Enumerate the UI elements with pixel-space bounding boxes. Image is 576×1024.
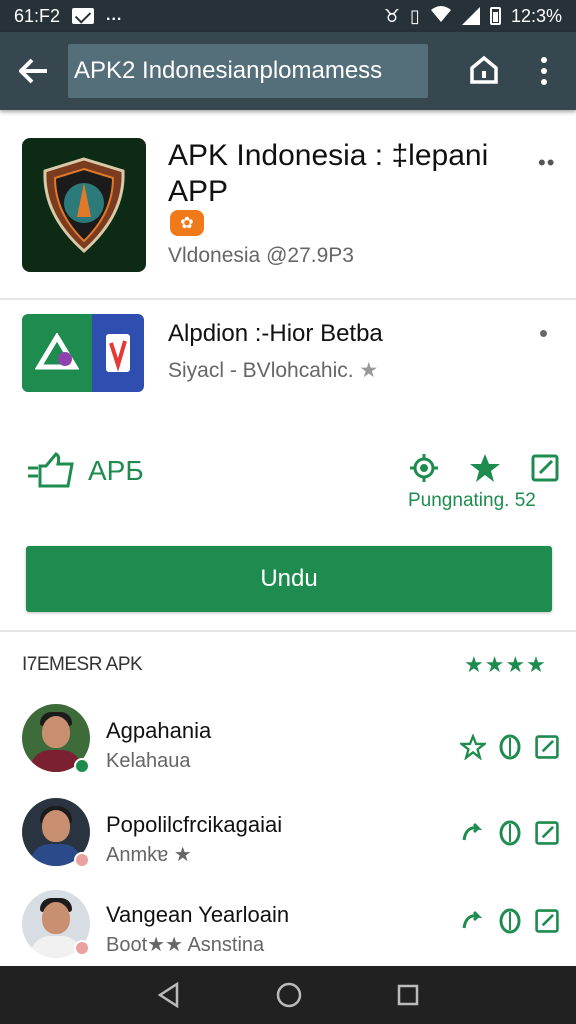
recycle-logo-icon <box>22 314 92 392</box>
reviewer-subtitle: Kelahaua <box>106 750 191 772</box>
app-title: APK Indonesia : ‡lepani APP <box>168 139 489 208</box>
leaf-icon[interactable] <box>498 734 522 760</box>
status-bar: 61:F2 ... ♉ ▯ 12:3% <box>0 0 576 32</box>
reviewer-name: Popolilcfrcikagaiai <box>106 812 283 837</box>
leaf-icon: ✿ <box>170 210 204 236</box>
app-header-card: APK Indonesia : ‡lepani APP •• ✿ Vldones… <box>0 110 576 300</box>
dot <box>541 79 547 85</box>
review-actions <box>460 734 560 760</box>
online-badge <box>74 758 90 774</box>
badge <box>74 940 90 956</box>
related-app-subtitle: Siyacl - BVlohcahic. ★ <box>168 358 378 383</box>
nav-back-icon[interactable] <box>155 981 183 1009</box>
app-toolbar: APK2 Indonesianplomamess <box>0 32 576 110</box>
nav-recents-icon[interactable] <box>395 982 421 1008</box>
app-overflow-button[interactable]: •• <box>538 150 555 176</box>
system-nav-bar <box>0 966 576 1024</box>
like-button[interactable]: APБ <box>26 452 144 490</box>
reviewer-name: Agpahania <box>106 718 212 743</box>
edit-icon[interactable] <box>530 453 560 483</box>
related-app-title[interactable]: Alpdion :‑Hior Betba <box>168 320 383 348</box>
review-actions <box>460 820 560 846</box>
reviewer-subtitle: Anmkɐ ★ <box>106 844 192 866</box>
alarm-icon: ♉ <box>383 5 401 26</box>
reviewer-subtitle: Boot★★ Asnstina <box>106 934 265 956</box>
share-icon[interactable] <box>460 908 486 934</box>
dot <box>541 57 547 63</box>
signal-icon <box>461 7 480 25</box>
edit-icon[interactable] <box>534 908 560 934</box>
settings-icon[interactable] <box>408 452 440 484</box>
overflow-menu-button[interactable] <box>528 50 560 92</box>
nav-home-icon[interactable] <box>274 980 304 1010</box>
reviews-rating-stars: ★★★★ <box>464 652 547 677</box>
reviewer-name: Vangean Yearloain <box>106 902 290 927</box>
review-actions <box>460 908 560 934</box>
install-button[interactable]: Undu <box>26 546 552 612</box>
review-item[interactable]: Popolilcfrcikagaiai Anmkɐ ★ <box>0 794 576 884</box>
dot <box>541 68 547 74</box>
review-item[interactable]: Agpahania Kelahaua <box>0 700 576 790</box>
badge <box>74 852 90 868</box>
star-icon[interactable] <box>468 452 502 484</box>
rating-text: Pungnating. 52 <box>408 490 536 511</box>
home-icon <box>470 55 498 84</box>
edit-icon[interactable] <box>534 734 560 760</box>
status-clock: 12:3% <box>510 5 562 26</box>
bookmark-logo-icon <box>92 314 144 392</box>
thumbs-up-icon <box>28 452 74 488</box>
app-subtitle: Vldonesia @27.9P3 <box>168 244 354 267</box>
related-app-subtitle-text: Siyacl - BVlohcahic. <box>168 359 354 382</box>
battery-icon <box>489 7 501 25</box>
star-icon: ★ <box>359 359 379 382</box>
back-button[interactable] <box>0 32 68 110</box>
action-icons <box>408 452 560 484</box>
divider <box>0 630 576 632</box>
search-input[interactable]: APK2 Indonesianplomamess <box>68 44 428 98</box>
related-app-menu-button[interactable] <box>540 330 547 337</box>
share-icon[interactable] <box>460 820 486 846</box>
vibrate-icon: ▯ <box>410 5 420 26</box>
divider <box>0 298 576 300</box>
wifi-icon <box>430 5 452 28</box>
leaf-icon[interactable] <box>498 908 522 934</box>
mail-icon <box>72 8 95 24</box>
edit-icon[interactable] <box>534 820 560 846</box>
shield-logo-icon <box>43 157 125 253</box>
leaf-icon[interactable] <box>498 820 522 846</box>
review-item[interactable]: Vangean Yearloain Boot★★ Asnstina <box>0 886 576 976</box>
status-more-dots: ... <box>106 7 123 24</box>
related-app-icon[interactable] <box>22 314 144 392</box>
like-label: APБ <box>88 455 144 486</box>
home-button[interactable] <box>466 52 502 88</box>
reviews-header: I7EMESR APK <box>22 654 143 675</box>
status-time: 61:F2 <box>14 5 61 26</box>
arrow-left-icon <box>19 58 47 84</box>
star-outline-icon[interactable] <box>460 734 486 760</box>
app-icon[interactable] <box>22 138 146 272</box>
